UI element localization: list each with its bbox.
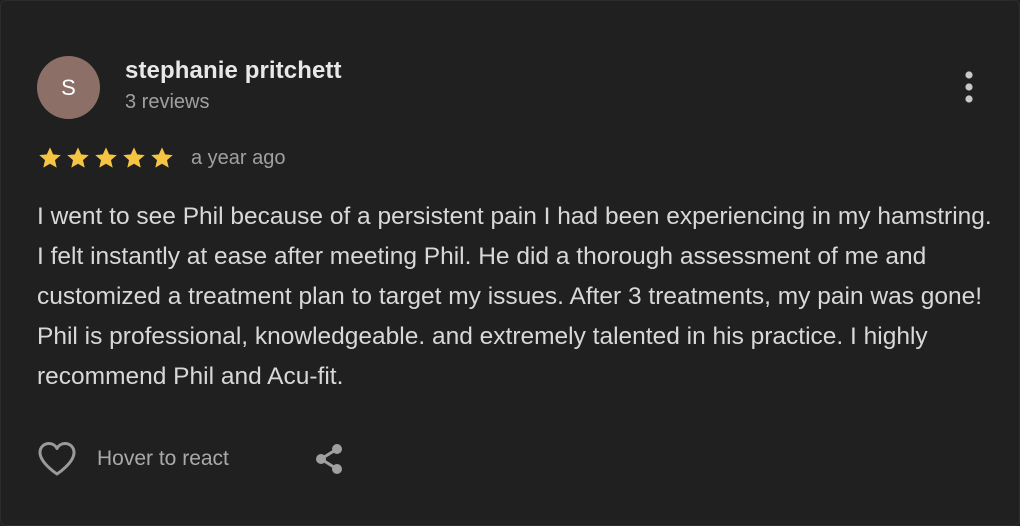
more-vert-icon: [965, 71, 973, 103]
share-icon: [316, 444, 342, 474]
avatar[interactable]: S: [37, 56, 100, 119]
review-date: a year ago: [191, 146, 286, 169]
heart-outline-icon: [38, 442, 76, 476]
star-icon: [39, 147, 61, 168]
review-text: I went to see Phil because of a persiste…: [37, 203, 992, 390]
star-icon: [151, 147, 173, 168]
share-button[interactable]: [309, 439, 349, 479]
star-icon: [67, 147, 89, 168]
reviewer-review-count: 3 reviews: [125, 91, 210, 113]
react-button[interactable]: Hover to react: [37, 439, 229, 479]
star-icon: [123, 147, 145, 168]
react-label: Hover to react: [97, 447, 229, 470]
reviewer-name[interactable]: stephanie pritchett: [125, 57, 342, 85]
more-options-button[interactable]: [951, 67, 987, 107]
star-rating: [37, 145, 175, 171]
star-icon: [95, 147, 117, 168]
rating-row: a year ago: [37, 144, 286, 172]
review-card: S stephanie pritchett 3 reviews a year a…: [0, 0, 1020, 526]
